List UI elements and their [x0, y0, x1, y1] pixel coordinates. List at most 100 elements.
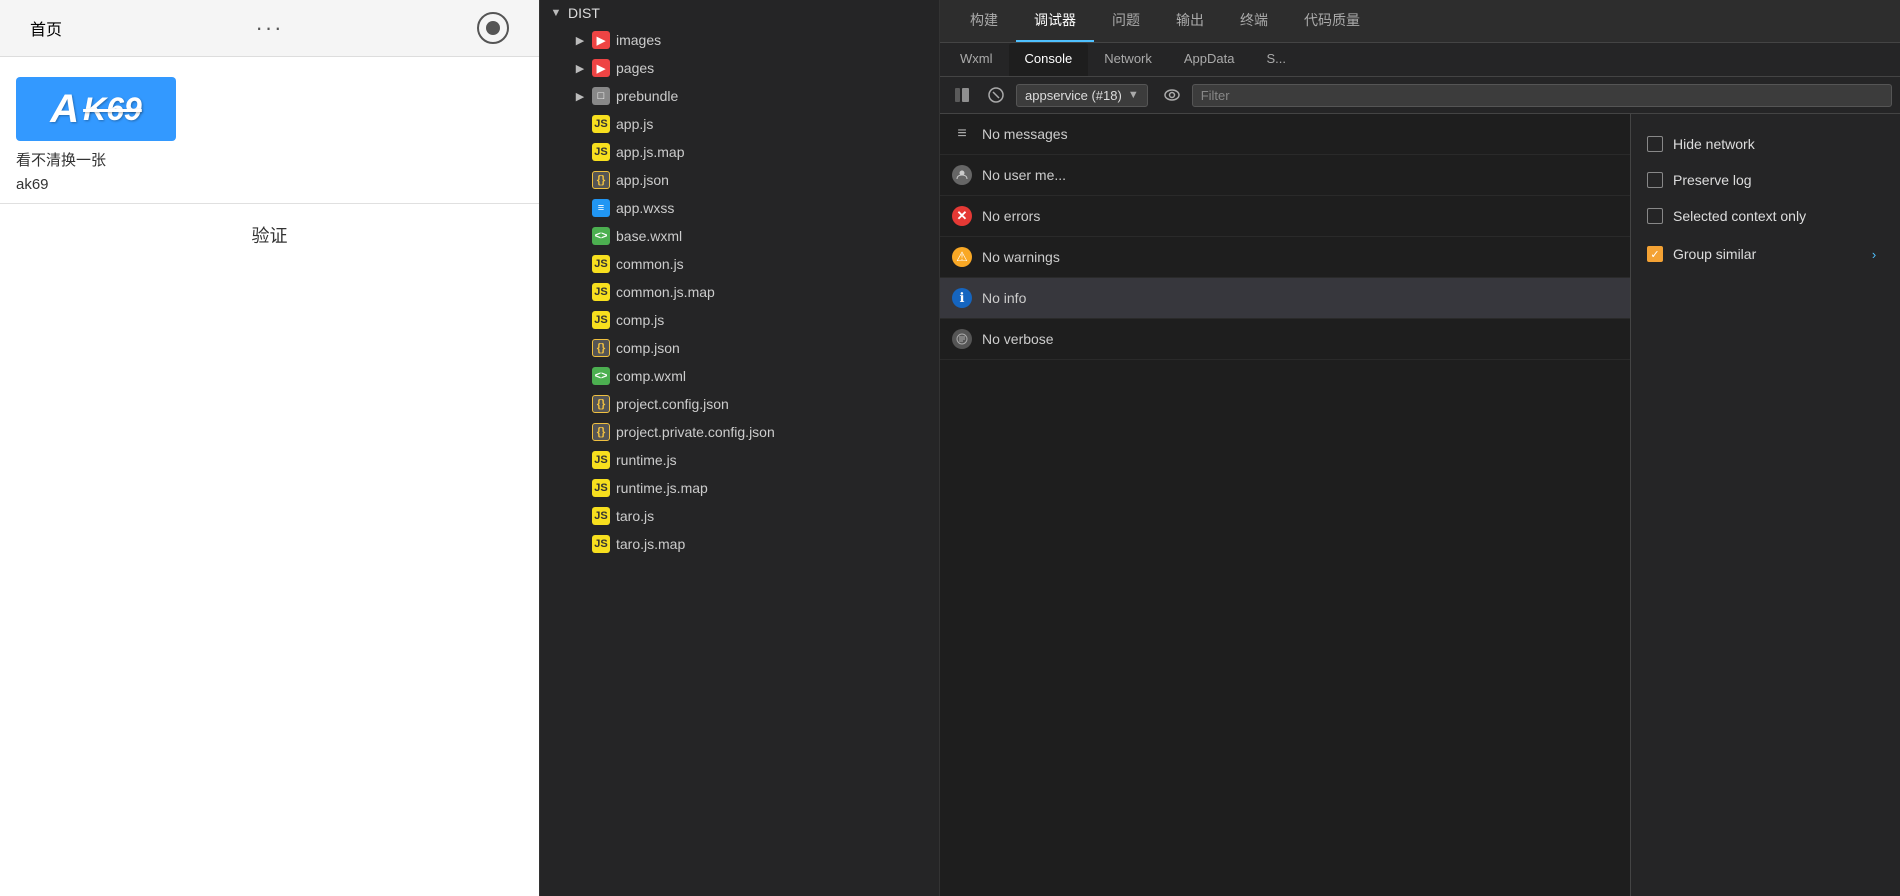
- console-body: ≡ No messages No user me... ✕ No errors …: [940, 114, 1900, 896]
- tree-item-pages[interactable]: ▶ ▶ pages: [564, 54, 939, 82]
- filter-group-similar[interactable]: ✓ Group similar ›: [1631, 234, 1900, 274]
- tree-item-comp-wxml[interactable]: <> comp.wxml: [564, 362, 939, 390]
- tree-item-app-js-map[interactable]: JS app.js.map: [564, 138, 939, 166]
- captcha-image[interactable]: A K69: [16, 77, 176, 141]
- console-toolbar: appservice (#18) ▼: [940, 77, 1900, 114]
- warning-icon: ⚠: [952, 247, 972, 267]
- console-item-label: No messages: [982, 126, 1068, 142]
- spacer: [572, 396, 588, 412]
- tree-label: taro.js: [616, 508, 654, 524]
- subtab-appdata[interactable]: AppData: [1168, 43, 1251, 76]
- filter-preserve-log[interactable]: Preserve log: [1631, 162, 1900, 198]
- console-item-label: No verbose: [982, 331, 1054, 347]
- spacer: [572, 424, 588, 440]
- tree-root-dist[interactable]: ▼ DIST: [540, 0, 939, 26]
- arrow-icon: ▶: [572, 32, 588, 48]
- filter-input[interactable]: [1192, 84, 1892, 107]
- tree-label: common.js.map: [616, 284, 715, 300]
- console-item-errors[interactable]: ✕ No errors: [940, 196, 1630, 237]
- spacer: [572, 368, 588, 384]
- tree-item-runtime-js-map[interactable]: JS runtime.js.map: [564, 474, 939, 502]
- arrow-icon: ▼: [548, 5, 564, 21]
- console-item-user[interactable]: No user me...: [940, 155, 1630, 196]
- filter-hide-network[interactable]: Hide network: [1631, 126, 1900, 162]
- hide-network-checkbox[interactable]: [1647, 136, 1663, 152]
- tree-item-taro-js[interactable]: JS taro.js: [564, 502, 939, 530]
- tree-item-images[interactable]: ▶ ▶ images: [564, 26, 939, 54]
- json-icon: {}: [592, 395, 610, 413]
- tab-issues[interactable]: 问题: [1094, 0, 1158, 42]
- js-icon: JS: [592, 143, 610, 161]
- tree-item-project-config-json[interactable]: {} project.config.json: [564, 390, 939, 418]
- json-icon: {}: [592, 423, 610, 441]
- tree-label: pages: [616, 60, 654, 76]
- tree-label: app.json: [616, 172, 669, 188]
- tree-item-prebundle[interactable]: ▶ □ prebundle: [564, 82, 939, 110]
- tab-code-quality[interactable]: 代码质量: [1286, 0, 1378, 42]
- chevron-down-icon: ▼: [1128, 89, 1139, 101]
- tree-item-project-private-config-json[interactable]: {} project.private.config.json: [564, 418, 939, 446]
- record-inner: [486, 21, 500, 35]
- tree-item-app-js[interactable]: JS app.js: [564, 110, 939, 138]
- console-item-messages[interactable]: ≡ No messages: [940, 114, 1630, 155]
- verify-button[interactable]: 验证: [0, 204, 539, 266]
- selected-context-checkbox[interactable]: [1647, 208, 1663, 224]
- tree-item-common-js-map[interactable]: JS common.js.map: [564, 278, 939, 306]
- tree-item-app-wxss[interactable]: ≡ app.wxss: [564, 194, 939, 222]
- tree-label: common.js: [616, 256, 684, 272]
- subtab-s[interactable]: S...: [1250, 43, 1302, 76]
- console-item-label: No errors: [982, 208, 1040, 224]
- tree-item-comp-js[interactable]: JS comp.js: [564, 306, 939, 334]
- tree-label: comp.json: [616, 340, 680, 356]
- phone-topbar: 首页 ···: [0, 0, 539, 57]
- subtab-wxml[interactable]: Wxml: [944, 43, 1009, 76]
- tree-item-taro-js-map[interactable]: JS taro.js.map: [564, 530, 939, 558]
- tab-build[interactable]: 构建: [952, 0, 1016, 42]
- arrow-icon: ▶: [572, 88, 588, 104]
- console-item-info[interactable]: ℹ No info: [940, 278, 1630, 319]
- group-similar-checkbox[interactable]: ✓: [1647, 246, 1663, 262]
- phone-dots[interactable]: ···: [256, 15, 284, 41]
- tree-item-base-wxml[interactable]: <> base.wxml: [564, 222, 939, 250]
- js-icon: JS: [592, 115, 610, 133]
- console-subtabs: Wxml Console Network AppData S...: [940, 43, 1900, 77]
- preserve-log-checkbox[interactable]: [1647, 172, 1663, 188]
- filter-selected-context[interactable]: Selected context only: [1631, 198, 1900, 234]
- tree-label: app.wxss: [616, 200, 674, 216]
- spacer: [572, 452, 588, 468]
- subtab-console[interactable]: Console: [1009, 43, 1089, 76]
- spacer: [572, 536, 588, 552]
- tab-debugger[interactable]: 调试器: [1016, 0, 1094, 42]
- eye-icon[interactable]: [1158, 81, 1186, 109]
- subtab-network[interactable]: Network: [1088, 43, 1168, 76]
- spacer: [572, 116, 588, 132]
- sidebar-toggle-btn[interactable]: [948, 81, 976, 109]
- tree-item-app-json[interactable]: {} app.json: [564, 166, 939, 194]
- tab-terminal[interactable]: 终端: [1222, 0, 1286, 42]
- spacer: [572, 144, 588, 160]
- captcha-input-value: ak69: [16, 176, 523, 193]
- console-item-warnings[interactable]: ⚠ No warnings: [940, 237, 1630, 278]
- verify-btn-row: 验证: [0, 203, 539, 266]
- folder-icon: ▶: [592, 31, 610, 49]
- tab-output[interactable]: 输出: [1158, 0, 1222, 42]
- tree-item-common-js[interactable]: JS common.js: [564, 250, 939, 278]
- js-icon: JS: [592, 451, 610, 469]
- clear-console-btn[interactable]: [982, 81, 1010, 109]
- wxml-icon: <>: [592, 367, 610, 385]
- console-item-label: No user me...: [982, 167, 1066, 183]
- console-item-label: No warnings: [982, 249, 1060, 265]
- context-select[interactable]: appservice (#18) ▼: [1016, 84, 1148, 107]
- tree-item-runtime-js[interactable]: JS runtime.js: [564, 446, 939, 474]
- console-items-list: ≡ No messages No user me... ✕ No errors …: [940, 114, 1630, 896]
- console-item-label: No info: [982, 290, 1026, 306]
- phone-record-btn[interactable]: [477, 12, 509, 44]
- js-icon: JS: [592, 507, 610, 525]
- console-item-verbose[interactable]: No verbose: [940, 319, 1630, 360]
- captcha-refresh-link[interactable]: 看不清换一张: [16, 149, 523, 170]
- chevron-right-icon: ›: [1864, 244, 1884, 264]
- tree-item-comp-json[interactable]: {} comp.json: [564, 334, 939, 362]
- filter-label: Hide network: [1673, 136, 1755, 152]
- spacer: [572, 256, 588, 272]
- js-icon: JS: [592, 255, 610, 273]
